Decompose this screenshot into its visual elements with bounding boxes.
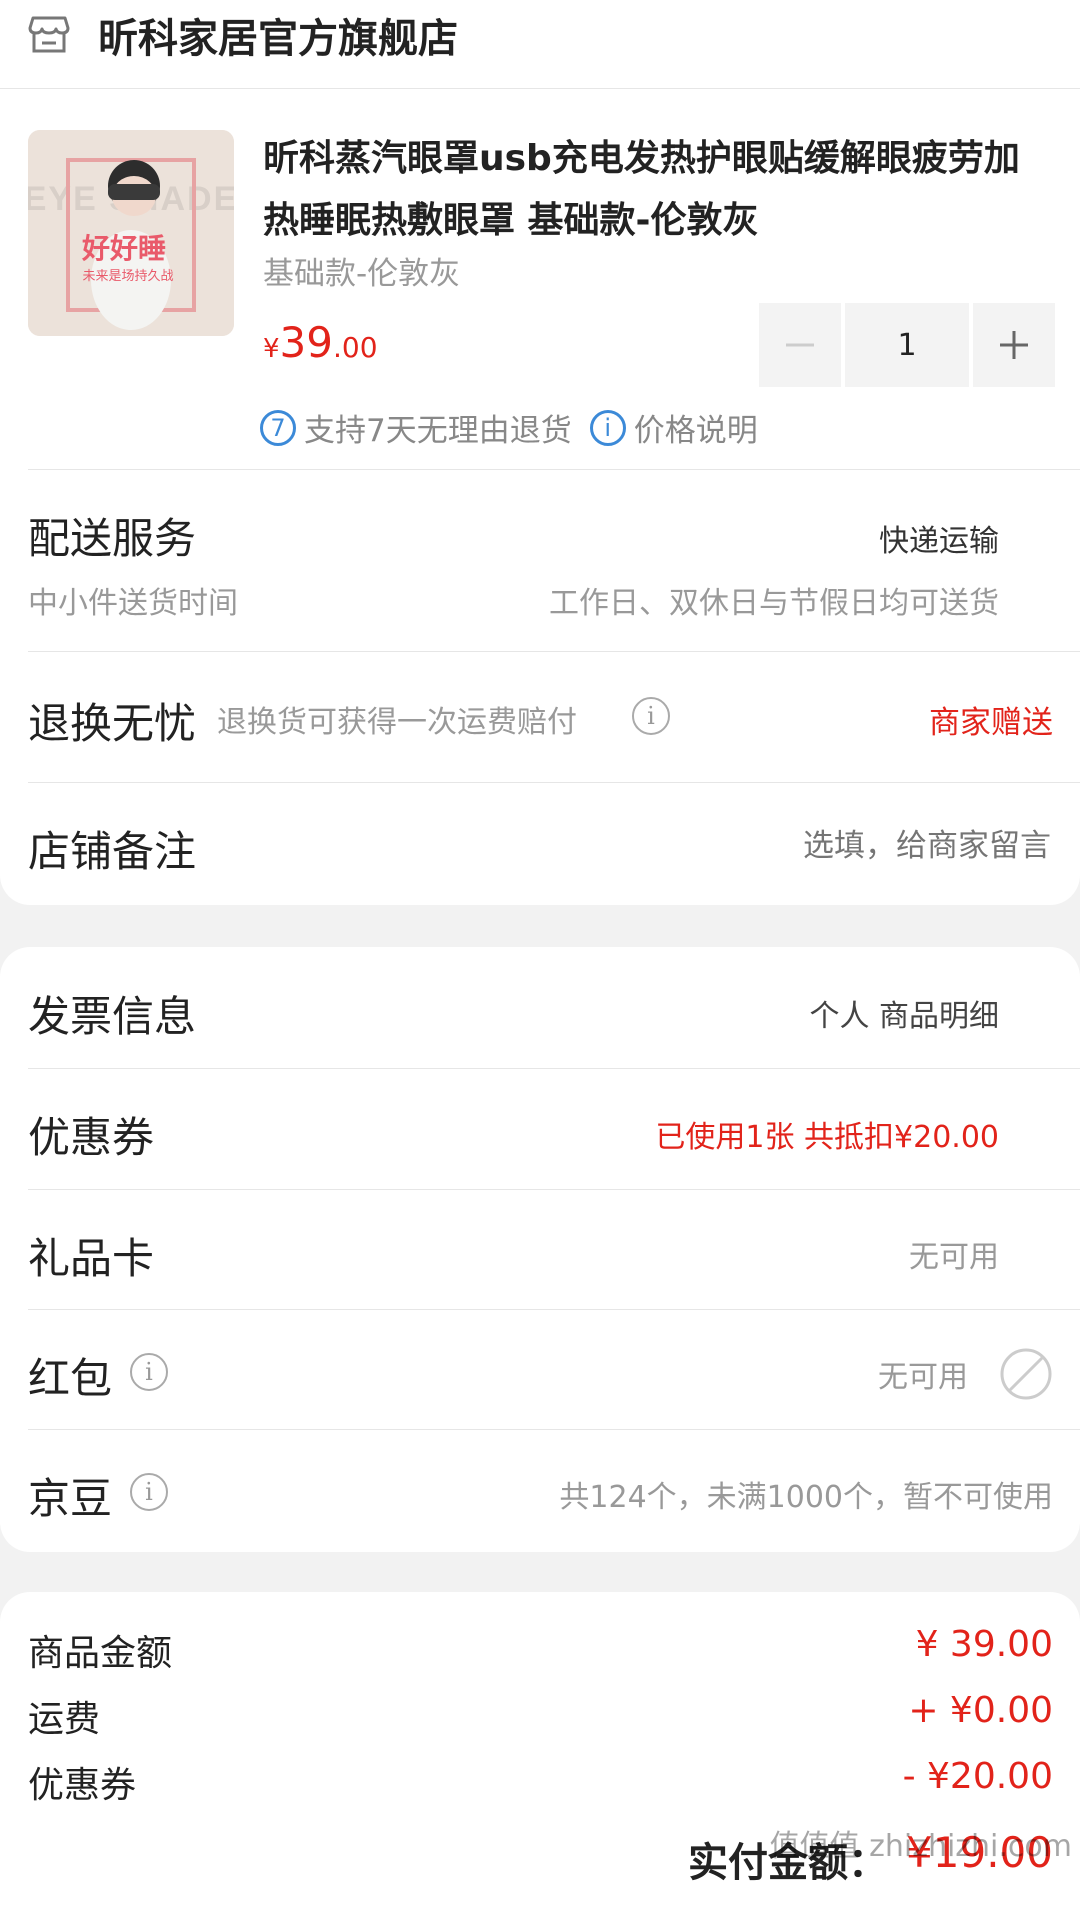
product-title[interactable]: 昕科蒸汽眼罩usb充电发热护眼贴缓解眼疲劳加热睡眠热敷眼罩 基础款-伦敦灰 [263, 128, 1043, 252]
thumb-slogan: 好好睡 [81, 232, 166, 265]
quantity-stepper: 1 [759, 303, 1055, 387]
return-desc: 退换货可获得一次运费赔付 [217, 705, 577, 740]
note-title: 店铺备注 [28, 827, 197, 876]
seven-day-icon: 7 [260, 409, 296, 446]
price-currency: ¥ [263, 334, 280, 364]
store-name[interactable]: 昕科家居官方旗舰店 [98, 6, 458, 64]
product-image: EYE SHADE 好好睡 未来是场持久战 [28, 130, 234, 336]
red-packet-title: 红包 [28, 1354, 113, 1403]
divider [28, 1309, 1080, 1310]
coupon-title: 优惠券 [28, 1113, 155, 1162]
coupon-summary-label: 优惠券 [28, 1765, 137, 1806]
divider [28, 469, 1080, 470]
jingdou-value: 共124个，未满1000个，暂不可使用 [559, 1480, 1053, 1515]
info-icon: i [589, 409, 626, 446]
order-card: 昕科家居官方旗舰店 EYE SHADE 好好睡 未来是场持久战 昕科蒸汽眼罩us… [0, 0, 1080, 905]
return-value: 商家赠送 [929, 705, 1053, 741]
divider [28, 651, 1080, 652]
watermark: 值值值 zhizhizhi.com [769, 1829, 1072, 1864]
divider [0, 88, 1080, 89]
price-integer: 39 [279, 318, 333, 367]
info-icon[interactable]: i [632, 697, 670, 735]
shipping-value: + ¥0.00 [908, 1690, 1053, 1731]
delivery-sub-label: 中小件送货时间 [28, 586, 238, 621]
price-decimal: .00 [333, 331, 378, 364]
red-packet-value: 无可用 [878, 1360, 968, 1395]
plus-icon [1000, 331, 1028, 359]
info-icon[interactable]: i [130, 1353, 168, 1391]
delivery-sub-value: 工作日、双休日与节假日均可送货 [549, 586, 999, 621]
coupon-value[interactable]: 已使用1张 共抵扣¥20.00 [655, 1112, 999, 1156]
decrease-button[interactable] [759, 303, 841, 387]
summary-card: 商品金额 ¥ 39.00 运费 + ¥0.00 优惠券 - ¥20.00 实付金… [0, 1592, 1080, 1909]
store-icon [28, 16, 70, 53]
invoice-title: 发票信息 [28, 992, 197, 1041]
goods-amount-value: ¥ 39.00 [915, 1624, 1053, 1665]
tag-label-return[interactable]: 支持7天无理由退货 [304, 405, 572, 450]
gift-card-value[interactable]: 无可用 [909, 1232, 999, 1276]
increase-button[interactable] [973, 303, 1055, 387]
benefits-card: 发票信息 个人 商品明细 优惠券 已使用1张 共抵扣¥20.00 礼品卡 无可用… [0, 947, 1080, 1552]
return-title: 退换无忧 [28, 699, 197, 748]
divider [28, 1189, 1080, 1190]
divider [28, 1068, 1080, 1069]
divider [28, 782, 1080, 783]
product-price: ¥39.00 [263, 318, 378, 367]
service-tags: 7 支持7天无理由退货 i 价格说明 [260, 405, 758, 450]
product-sku[interactable]: 基础款-伦敦灰 [263, 248, 460, 293]
disabled-toggle-icon[interactable] [999, 1347, 1053, 1401]
invoice-value[interactable]: 个人 商品明细 [809, 991, 999, 1035]
product-thumbnail[interactable]: EYE SHADE 好好睡 未来是场持久战 [28, 130, 234, 336]
delivery-value[interactable]: 快递运输 [879, 516, 999, 560]
gift-card-title: 礼品卡 [28, 1234, 155, 1283]
jingdou-title: 京豆 [28, 1474, 113, 1523]
quantity-value[interactable]: 1 [845, 303, 969, 387]
goods-amount-label: 商品金额 [28, 1633, 173, 1674]
divider [28, 1429, 1080, 1430]
tag-label-price[interactable]: 价格说明 [634, 405, 758, 450]
thumb-sub: 未来是场持久战 [82, 269, 173, 284]
minus-icon [786, 343, 814, 347]
info-icon[interactable]: i [130, 1473, 168, 1511]
delivery-title: 配送服务 [28, 514, 197, 563]
shipping-label: 运费 [28, 1699, 101, 1740]
note-input[interactable] [629, 822, 1053, 870]
coupon-summary-value: - ¥20.00 [902, 1756, 1053, 1797]
